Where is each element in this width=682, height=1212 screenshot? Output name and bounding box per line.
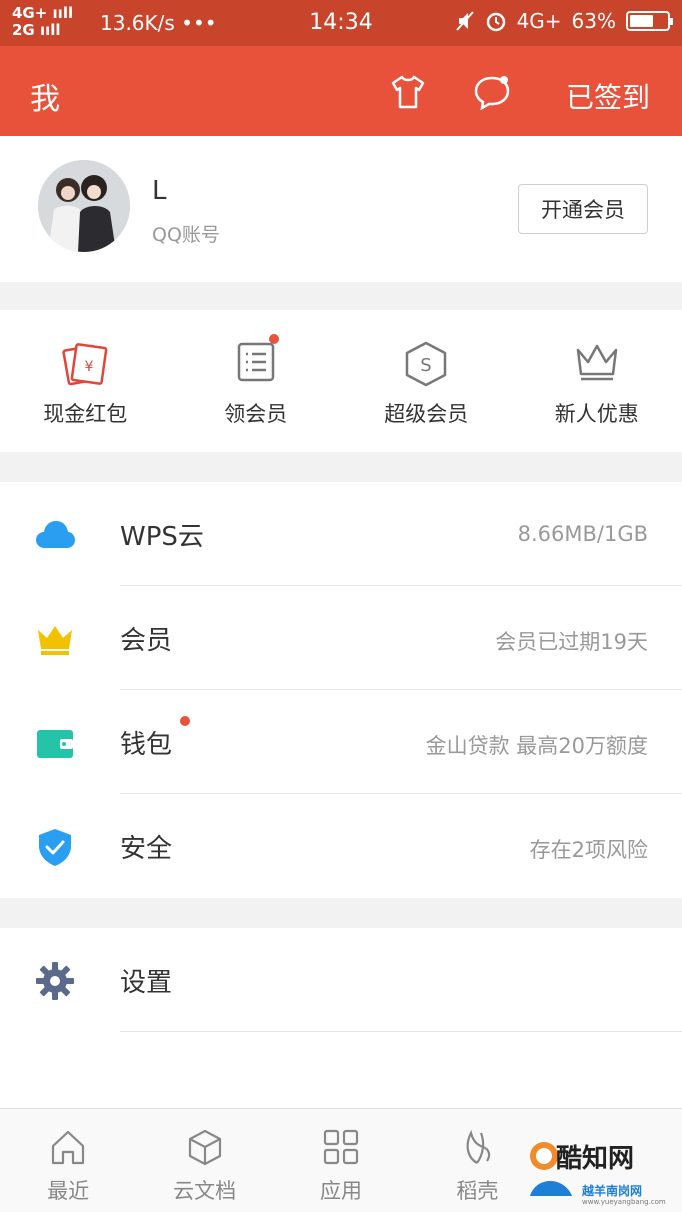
cloud-icon xyxy=(36,521,75,548)
account-type: QQ账号 xyxy=(152,224,220,246)
quick-action-label: 新人优惠 xyxy=(554,402,639,426)
page-title: 我 xyxy=(30,82,60,117)
open-vip-button[interactable]: 开通会员 xyxy=(518,184,648,234)
grid-icon xyxy=(323,1129,359,1165)
battery-fill xyxy=(630,15,653,27)
site-watermark: 酷知网 越羊南岗网 www.yueyangbang.com xyxy=(520,1118,682,1212)
cube-icon xyxy=(188,1129,221,1166)
crown-outline-icon xyxy=(576,344,617,381)
menu-item-wallet[interactable]: 钱包 金山贷款 最高20万额度 xyxy=(0,690,682,794)
watermark-subtitle: 越羊南岗网 xyxy=(582,1184,643,1198)
svg-text:S: S xyxy=(421,355,432,376)
menu-item-security[interactable]: 安全 存在2项风险 xyxy=(0,794,682,898)
menu-item-label: 设置 xyxy=(120,968,173,998)
alarm-icon xyxy=(486,12,505,32)
vip-status: 会员已过期19天 xyxy=(495,630,648,654)
nav-label: 应用 xyxy=(319,1179,362,1203)
account-menu: WPS云 8.66MB/1GB 会员 会员已过期19天 钱包 金山贷款 最高20… xyxy=(0,482,682,898)
mute-icon xyxy=(455,11,474,31)
quick-action-cash-red-envelope[interactable]: ¥ 现金红包 xyxy=(0,310,171,452)
nav-label: 最近 xyxy=(47,1179,90,1203)
menu-item-label: 钱包 xyxy=(120,730,173,760)
red-envelope-icon: ¥ xyxy=(62,343,108,386)
menu-item-label: 会员 xyxy=(120,626,173,656)
battery-percent: 63% xyxy=(571,9,616,33)
security-status: 存在2项风险 xyxy=(529,838,648,862)
notification-dot xyxy=(268,334,279,344)
list-icon xyxy=(237,342,274,382)
battery-icon xyxy=(626,11,673,31)
menu-item-label: WPS云 xyxy=(120,522,204,552)
sign-in-status[interactable]: 已签到 xyxy=(566,76,650,116)
nav-label: 云文档 xyxy=(173,1179,237,1203)
message-icon[interactable] xyxy=(472,72,512,112)
quick-actions: ¥ 现金红包 领会员 S 超级会员 新人优惠 xyxy=(0,310,682,452)
menu-item-settings[interactable]: 设置 xyxy=(0,928,682,1032)
quick-action-label: 领会员 xyxy=(224,402,288,426)
status-icons: 4G+ 63% xyxy=(455,9,673,33)
nav-apps[interactable]: 应用 xyxy=(273,1109,409,1212)
avatar-image xyxy=(38,160,130,252)
quick-action-get-vip[interactable]: 领会员 xyxy=(171,310,342,452)
settings-section: 设置 xyxy=(0,928,682,1108)
crown-icon xyxy=(38,626,72,655)
user-name: L xyxy=(152,176,167,206)
leaf-icon xyxy=(466,1129,491,1164)
menu-item-label: 安全 xyxy=(120,834,173,864)
shield-icon xyxy=(39,829,71,866)
gear-icon xyxy=(36,962,74,1000)
divider xyxy=(120,1031,682,1032)
home-icon xyxy=(52,1130,85,1165)
watermark-name: 酷知网 xyxy=(556,1144,635,1174)
network-type: 4G+ xyxy=(516,9,562,33)
menu-item-wps-cloud[interactable]: WPS云 8.66MB/1GB xyxy=(0,482,682,586)
notification-dot xyxy=(180,716,190,726)
storage-usage: 8.66MB/1GB xyxy=(517,522,648,546)
status-bar: 4G+ ııll 2G ııll 13.6K/s ••• 14:34 4G+ 6… xyxy=(0,0,682,46)
nav-cloud-docs[interactable]: 云文档 xyxy=(136,1109,272,1212)
tshirt-icon[interactable] xyxy=(388,72,428,112)
wallet-promo: 金山贷款 最高20万额度 xyxy=(425,734,648,758)
watermark-url: www.yueyangbang.com xyxy=(582,1198,666,1206)
quick-action-label: 现金红包 xyxy=(43,402,128,426)
app-header: 我 已签到 xyxy=(0,46,682,136)
svg-text:¥: ¥ xyxy=(85,359,94,375)
wallet-icon xyxy=(37,730,73,758)
quick-action-newcomer-offer[interactable]: 新人优惠 xyxy=(512,310,682,452)
menu-item-vip[interactable]: 会员 会员已过期19天 xyxy=(0,586,682,690)
quick-action-label: 超级会员 xyxy=(384,402,469,426)
profile-card[interactable]: L QQ账号 开通会员 xyxy=(0,136,682,282)
super-vip-icon: S xyxy=(406,341,447,387)
quick-action-super-vip[interactable]: S 超级会员 xyxy=(341,310,512,452)
avatar[interactable] xyxy=(38,160,130,252)
nav-recent[interactable]: 最近 xyxy=(0,1109,136,1212)
